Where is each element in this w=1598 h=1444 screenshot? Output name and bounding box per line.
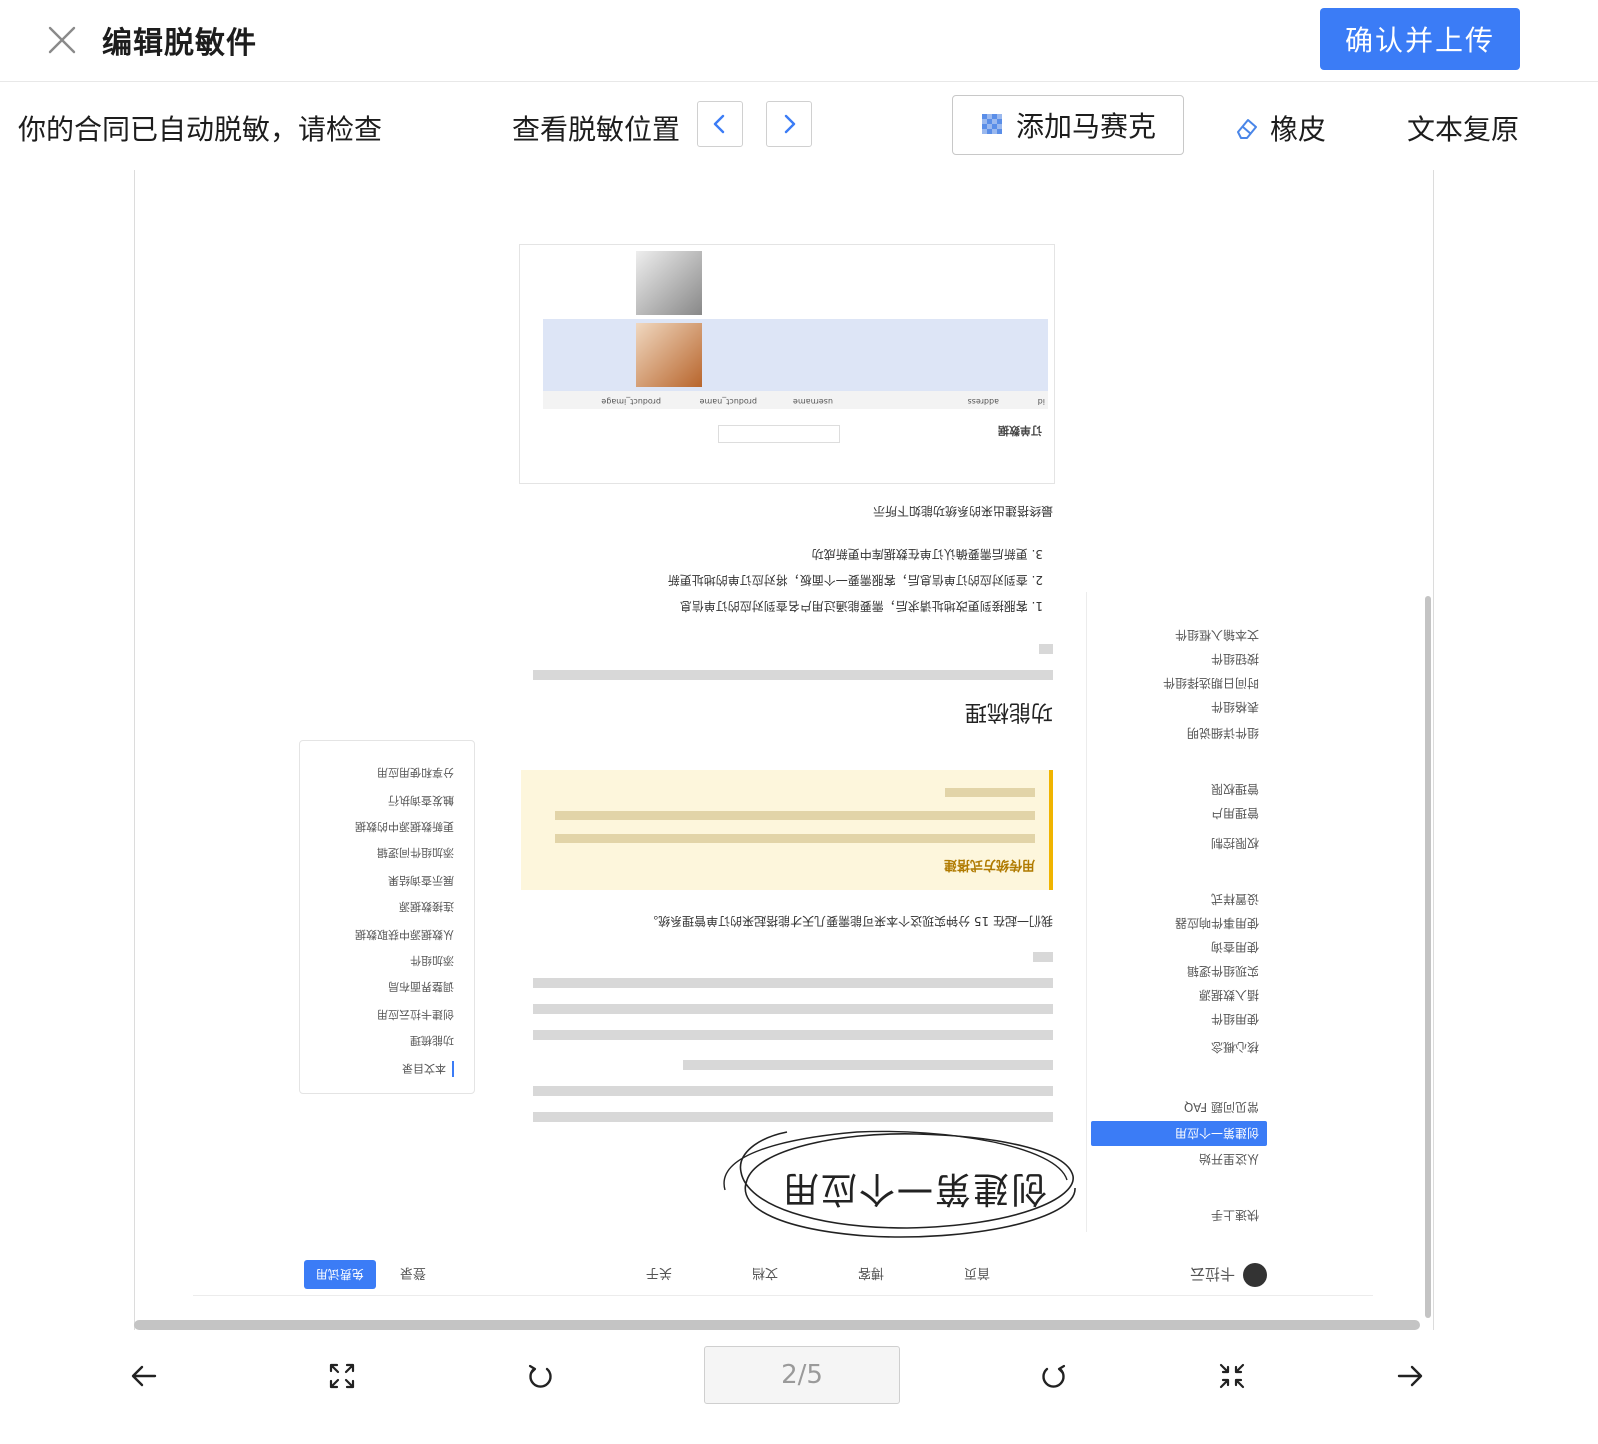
doc-sidebar-item: 管理权限 [1210,782,1259,796]
doc-sidebar-item: 插入数据源 [1198,988,1259,1002]
doc-sidebar-item: 时间日期选择组件 [1162,676,1259,690]
doc-table-title: 订单数据 [998,424,1042,437]
doc-sidebar-item: 权限控制 [1210,836,1259,850]
doc-sidebar-item: 常见问题 FAQ [1183,1100,1259,1114]
document-viewer[interactable]: 卡拉云 首页 博客 文档 关于 登录 免费试用 快速上手 从这里开始 创建第一个… [134,170,1434,1330]
close-button[interactable] [44,22,80,58]
doc-callout: 用传统方式搭建 [521,770,1053,890]
doc-sidebar-item: 使用事件响应器 [1174,916,1259,930]
doc-callout-title: 用传统方式搭建 [943,857,1035,872]
doc-table-row [543,319,1048,391]
shrink-icon [1219,1363,1245,1389]
rotate-right-icon [1042,1364,1066,1388]
doc-sidebar-item: 管理用户 [1210,806,1259,820]
vertical-scrollbar[interactable] [1425,596,1431,1318]
doc-intro-text [528,1060,1053,1130]
doc-toc-item: 分享和使用应用 [377,766,454,779]
toolbar: 你的合同已自动脱敏，请检查 查看脱敏位置 添加马赛克 橡皮 文本复原 [0,84,1598,170]
doc-sidebar-item: 实现组件逻辑 [1186,964,1259,978]
confirm-upload-button[interactable]: 确认并上传 [1320,8,1520,70]
doc-paragraph: 我们一起在 15 分钟实现这个本来可能需要几天才能搭起来的订单管理系统。 [646,914,1053,928]
locate-label: 查看脱敏位置 [512,113,681,146]
close-icon [48,26,76,54]
doc-sidebar-item: 组件详细说明 [1186,726,1259,740]
doc-sidebar-item: 核心概念 [1210,1040,1259,1054]
doc-th: address [967,397,999,406]
doc-sidebar-item-active: 创建第一个应用 [1091,1121,1267,1146]
arrow-right-icon [1397,1365,1423,1387]
next-page-button[interactable] [1390,1356,1430,1396]
hand-drawn-circle-annotation [723,1130,1076,1238]
doc-step: 2. 查到对应的订单信息后，客服需要一个面板，将对应订单的地址更新 [667,573,1043,587]
doc-brand: 卡拉云 [1189,1265,1235,1284]
eraser-button[interactable]: 橡皮 [1234,108,1326,148]
doc-nav-item: 登录 [399,1265,426,1281]
doc-section-heading: 功能梳理 [964,699,1053,724]
rotated-page: 卡拉云 首页 博客 文档 关于 登录 免费试用 快速上手 从这里开始 创建第一个… [135,170,1433,1330]
fit-screen-icon [329,1363,355,1389]
doc-table-header: id address username product_name product… [543,391,1048,409]
chevron-left-icon [713,114,725,134]
shrink-button[interactable] [1212,1356,1252,1396]
doc-toc-item: 调整界面布局 [388,980,454,993]
doc-table-screenshot: 订单数据 id address username product_name pr… [519,244,1055,484]
doc-toc: 本文目录 功能梳理 创建卡拉云应用 调整界面布局 添加组件 从数据源中获取数据 … [299,740,475,1094]
desensitize-notice: 你的合同已自动脱敏，请检查 [18,113,383,146]
rotate-left-icon [528,1364,552,1388]
chevron-right-icon [784,114,796,134]
doc-toc-item: 添加组件间逻辑 [377,846,454,859]
doc-step: 1. 客服接到更改地址请求后，需要能通过用户名查到对应的订单信息 [679,599,1043,613]
doc-brand-logo [1243,1263,1267,1287]
page-title: 编辑脱敏件 [102,26,257,61]
add-mosaic-label: 添加马赛克 [1015,110,1156,143]
doc-step: 3. 更新后需要确认订单在数据库中更新成功 [811,547,1043,561]
doc-sidebar-item: 文本输入框组件 [1174,628,1259,642]
top-bar: 编辑脱敏件 确认并上传 [0,0,1598,82]
doc-sidebar-item: 从这里开始 [1198,1152,1259,1166]
doc-toc-item: 添加组件 [410,954,454,967]
doc-th: username [793,397,833,406]
doc-th: product_image [601,397,661,406]
doc-th: id [1037,397,1045,406]
next-location-button[interactable] [766,101,812,147]
doc-toc-item: 展示查询结果 [388,874,454,887]
doc-trial-button: 免费试用 [303,1260,376,1290]
doc-sidebar: 快速上手 从这里开始 创建第一个应用 常见问题 FAQ 核心概念 使用组件 插入… [1086,592,1267,1232]
horizontal-scrollbar[interactable] [134,1320,1420,1330]
doc-toc-item: 更新数据源中的数据 [355,820,454,833]
doc-toc-item: 连接数据源 [399,900,454,913]
eraser-label: 橡皮 [1270,113,1327,146]
eraser-icon [1237,119,1257,139]
doc-main: 创建第一个应用 我们一起在 15 分钟实现这个本来可能需要几天才能搭起来的订单管… [513,170,1076,1330]
doc-scenario-text [528,952,1053,1040]
doc-toc-item: 创建卡拉云应用 [377,1008,454,1021]
doc-table-row-image [636,251,702,315]
bottom-toolbar: 2/5 [0,1340,1598,1444]
doc-sidebar-item: 使用组件 [1210,1012,1259,1026]
text-restore-button[interactable]: 文本复原 [1407,108,1519,148]
doc-sidebar-item: 按钮组件 [1210,652,1259,666]
doc-th: product_name [699,397,757,406]
doc-toc-item: 本文目录 [402,1061,454,1077]
doc-toc-item: 功能梳理 [410,1034,454,1047]
rotate-left-button[interactable] [520,1356,560,1396]
mosaic-icon [981,114,1002,134]
doc-sidebar-item: 快速上手 [1210,1208,1259,1222]
doc-table-row-image [636,323,702,387]
arrow-left-icon [131,1365,157,1387]
page-indicator: 2/5 [704,1346,900,1404]
doc-requirements-text [528,644,1053,680]
fit-screen-button[interactable] [322,1356,362,1396]
doc-result-caption: 最终搭建出来的系统功能如下所示 [872,504,1053,518]
doc-toc-item: 从数据源中获取数据 [355,928,454,941]
previous-page-button[interactable] [124,1356,164,1396]
doc-sidebar-item: 使用查询 [1210,940,1259,954]
doc-sidebar-item: 表格组件 [1210,700,1259,714]
add-mosaic-button[interactable]: 添加马赛克 [952,95,1184,155]
doc-sidebar-item: 设置样式 [1210,892,1259,906]
doc-toc-item: 触发查询执行 [388,794,454,807]
prev-location-button[interactable] [697,101,743,147]
rotate-right-button[interactable] [1034,1356,1074,1396]
